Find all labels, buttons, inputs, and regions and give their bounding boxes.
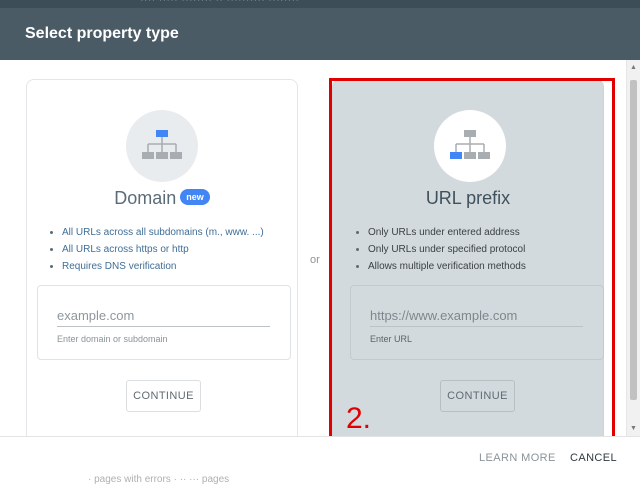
background-app-strip: ···· ····· ········ ·· ·········· ······… [0, 0, 640, 8]
domain-input-container: Enter domain or subdomain [37, 285, 291, 360]
domain-feature-list: All URLs across all subdomains (m., www.… [48, 224, 264, 275]
sitemap-icon-domain [126, 110, 198, 182]
sitemap-icon [142, 130, 182, 159]
domain-property-card[interactable]: Domain new All URLs across all subdomains… [26, 79, 298, 436]
learn-more-button[interactable]: LEARN MORE [479, 452, 556, 464]
cancel-button[interactable]: CANCEL [570, 452, 617, 464]
domain-continue-button[interactable]: CONTINUE [126, 380, 201, 412]
scroll-down-arrow-icon[interactable]: ▼ [630, 425, 637, 432]
dialog-title: Select property type [25, 25, 179, 42]
annotation-highlight-box [329, 78, 615, 446]
dialog-scrollbar[interactable]: ▲ ▼ [626, 60, 640, 436]
domain-input[interactable] [57, 304, 270, 327]
scrollbar-thumb[interactable] [630, 80, 637, 400]
new-badge: new [180, 189, 210, 206]
domain-title: Domain new [27, 188, 297, 209]
background-text-fragment: ···· ····· ········ ·· ·········· ······… [140, 0, 300, 6]
domain-feature-item: All URLs across all subdomains (m., www.… [48, 224, 264, 241]
domain-feature-item: Requires DNS verification [48, 258, 264, 275]
background-page-fragment: · pages with errors · ·· ··· pages [88, 474, 230, 485]
or-separator: or [310, 254, 320, 266]
annotation-step-label: 2. [346, 402, 372, 435]
dialog-header: Select property type [0, 8, 640, 60]
domain-helper-text: Enter domain or subdomain [57, 334, 168, 344]
scroll-up-arrow-icon[interactable]: ▲ [630, 64, 637, 71]
domain-feature-item: All URLs across https or http [48, 241, 264, 258]
domain-title-text: Domain [114, 188, 177, 208]
